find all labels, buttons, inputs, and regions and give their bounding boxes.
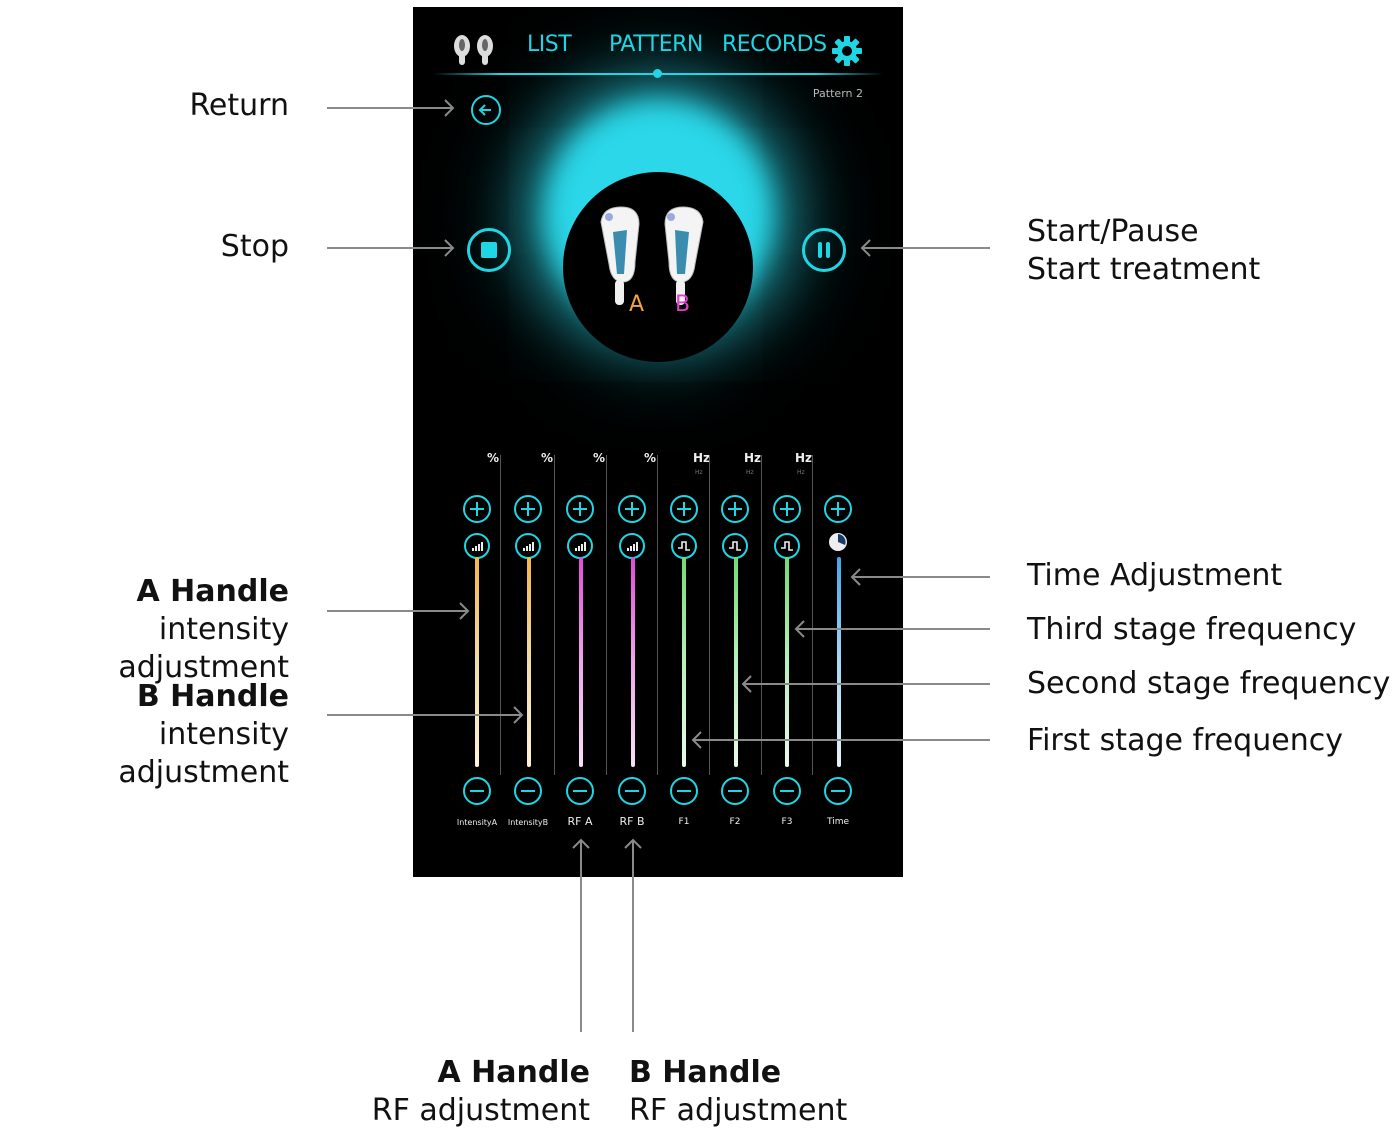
- first-stage-arrow: [691, 731, 990, 749]
- second-stage-arrow: [741, 675, 990, 693]
- stop-arrow: [327, 239, 455, 257]
- b-rf-arrow: [624, 838, 642, 1032]
- b-intensity-arrow: [327, 706, 524, 724]
- a-intensity-arrow: [327, 602, 470, 620]
- start-pause-arrow: [860, 239, 990, 257]
- callout-arrows: [327, 99, 990, 1032]
- third-stage-arrow: [794, 620, 990, 638]
- time-arrow: [850, 568, 990, 586]
- a-rf-arrow: [572, 838, 590, 1032]
- return-arrow: [327, 99, 455, 117]
